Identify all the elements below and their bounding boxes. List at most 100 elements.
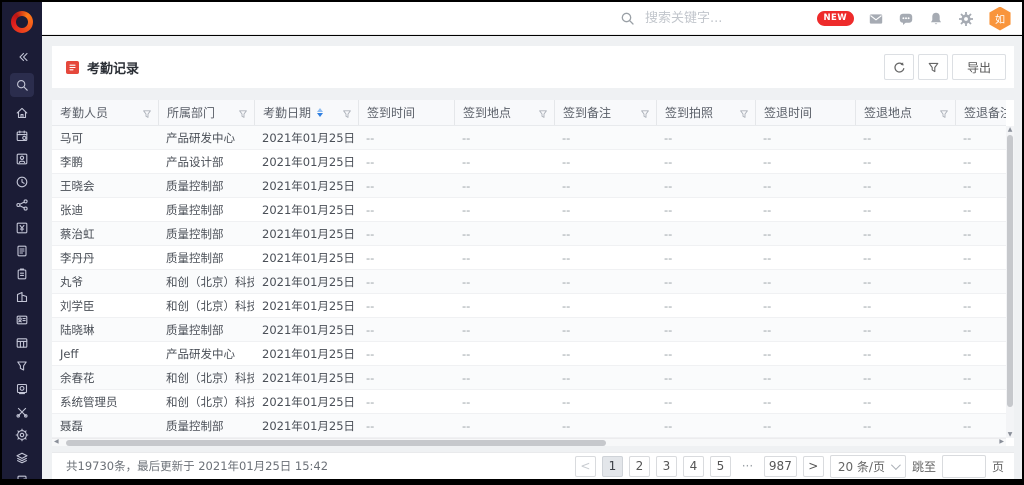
table-cell: -- (454, 318, 554, 341)
search-icon[interactable] (10, 73, 34, 97)
table-row[interactable]: 陆晓琳质量控制部2021年01月25日 00:00-------------- (52, 318, 1006, 342)
title-bar: 考勤记录 导出 (52, 46, 1014, 88)
table-row[interactable]: Jeff产品研发中心2021年01月25日 00:00-------------… (52, 342, 1006, 366)
table-cell: -- (358, 126, 454, 149)
table-row[interactable]: 马可产品研发中心2021年01月25日 00:00-------------- (52, 126, 1006, 150)
table-row[interactable]: 丸爷和创（北京）科技股份...2021年01月25日 00:00--------… (52, 270, 1006, 294)
vertical-scrollbar[interactable]: ▲ ▼ (1006, 126, 1014, 438)
app-logo-icon[interactable] (11, 11, 33, 33)
export-button[interactable]: 导出 (952, 54, 1006, 80)
filter-icon[interactable] (939, 108, 949, 122)
user-avatar[interactable]: 如 (988, 7, 1012, 31)
table-cell: 2021年01月25日 00:00 (254, 174, 358, 197)
table-row[interactable]: 系统管理员和创（北京）科技股份...2021年01月25日 00:00-----… (52, 390, 1006, 414)
new-badge[interactable]: NEW (817, 11, 855, 26)
document-icon[interactable] (10, 244, 34, 258)
share-icon[interactable] (10, 198, 34, 212)
table-cell: 李丹丹 (52, 246, 158, 269)
mail-icon[interactable] (868, 11, 884, 27)
table-cell: -- (358, 366, 454, 389)
table-cell: -- (454, 222, 554, 245)
table-cell: -- (454, 270, 554, 293)
table-cell: -- (656, 126, 755, 149)
chat-icon[interactable] (898, 11, 914, 27)
table-header-row: 考勤人员所属部门 考勤日期签到时间签到地点签到备注签到拍照 签退时间签退地点签退备注 (52, 100, 1006, 126)
clipboard-icon[interactable] (10, 267, 34, 281)
column-header[interactable]: 考勤日期 (254, 100, 358, 125)
scroll-left-icon[interactable]: ◀ (54, 438, 59, 445)
table-row[interactable]: 刘学臣和创（北京）科技股份...2021年01月25日 00:00-------… (52, 294, 1006, 318)
table-cell: 质量控制部 (158, 318, 254, 341)
home-icon[interactable] (10, 106, 34, 120)
gear-badge-icon[interactable] (10, 428, 34, 442)
prev-page-button[interactable]: < (575, 456, 596, 477)
scissors-icon[interactable] (10, 405, 34, 419)
column-header[interactable]: 签退备注 (955, 100, 1006, 125)
clock-icon[interactable] (10, 175, 34, 189)
calendar-icon[interactable] (10, 129, 34, 143)
table-cell: -- (554, 366, 656, 389)
approval-icon[interactable] (10, 152, 34, 166)
refresh-button[interactable] (884, 54, 914, 80)
filter-icon[interactable] (238, 108, 248, 122)
table-cell: -- (656, 342, 755, 365)
table-row[interactable]: 聂磊质量控制部2021年01月25日 00:00-------------- (52, 414, 1006, 438)
horizontal-scrollbar[interactable]: ◀ ▶ (52, 438, 1006, 446)
column-header[interactable]: 签到拍照 (656, 100, 755, 125)
schedule-icon[interactable] (10, 336, 34, 350)
column-header[interactable]: 签到地点 (454, 100, 554, 125)
currency-icon[interactable] (10, 221, 34, 235)
filter-icon[interactable] (342, 108, 352, 122)
scroll-down-icon[interactable]: ▼ (1008, 431, 1013, 438)
app-window: NEW 如 考勤记录 (0, 0, 1024, 485)
page-button[interactable]: 1 (602, 456, 623, 477)
column-header[interactable]: 签到时间 (358, 100, 454, 125)
funnel-icon[interactable] (10, 359, 34, 373)
column-header[interactable]: 签退地点 (855, 100, 955, 125)
organization-icon[interactable] (10, 290, 34, 304)
bell-icon[interactable] (928, 11, 944, 27)
column-header[interactable]: 所属部门 (158, 100, 254, 125)
page-button[interactable]: 987 (764, 456, 797, 477)
table-row[interactable]: 张迪质量控制部2021年01月25日 00:00-------------- (52, 198, 1006, 222)
jump-page-input[interactable] (942, 455, 986, 478)
table-cell: 产品研发中心 (158, 342, 254, 365)
horizontal-scroll-thumb[interactable] (66, 440, 606, 446)
filter-icon[interactable] (142, 108, 152, 122)
table-row[interactable]: 蔡治虹质量控制部2021年01月25日 00:00-------------- (52, 222, 1006, 246)
table-row[interactable]: 余春花和创（北京）科技股份...2021年01月25日 00:00-------… (52, 366, 1006, 390)
table-row[interactable]: 李鹏产品设计部2021年01月25日 00:00-------------- (52, 150, 1006, 174)
filter-button[interactable] (918, 54, 948, 80)
scroll-up-icon[interactable]: ▲ (1008, 126, 1013, 133)
sort-icon[interactable] (317, 108, 323, 117)
column-header[interactable]: 签到备注 (554, 100, 656, 125)
table-row[interactable]: 李丹丹质量控制部2021年01月25日 00:00-------------- (52, 246, 1006, 270)
page-button[interactable]: 3 (656, 456, 677, 477)
column-label: 所属部门 (167, 104, 215, 121)
report-icon[interactable] (10, 474, 34, 479)
column-label: 签到拍照 (665, 104, 713, 121)
page-size-select[interactable]: 20 条/页 (830, 455, 906, 478)
chevron-down-icon (891, 460, 901, 470)
column-header[interactable]: 签退时间 (755, 100, 855, 125)
table-row[interactable]: 王晓会质量控制部2021年01月25日 00:00-------------- (52, 174, 1006, 198)
table-cell: -- (358, 390, 454, 413)
filter-icon[interactable] (739, 108, 749, 122)
page-button[interactable]: 5 (710, 456, 731, 477)
page-button[interactable]: 4 (683, 456, 704, 477)
page-button[interactable]: 2 (629, 456, 650, 477)
next-page-button[interactable]: > (803, 456, 824, 477)
table-cell: 系统管理员 (52, 390, 158, 413)
filter-icon[interactable] (538, 108, 548, 122)
table-cell: 李鹏 (52, 150, 158, 173)
safe-icon[interactable] (10, 382, 34, 396)
collapse-icon[interactable] (10, 50, 34, 64)
scroll-right-icon[interactable]: ▶ (999, 438, 1004, 445)
search-input[interactable] (643, 10, 793, 27)
vertical-scroll-thumb[interactable] (1007, 135, 1013, 407)
layers-icon[interactable] (10, 451, 34, 465)
column-header[interactable]: 考勤人员 (52, 100, 158, 125)
gear-icon[interactable] (958, 11, 974, 27)
id-card-icon[interactable] (10, 313, 34, 327)
filter-icon[interactable] (640, 108, 650, 122)
